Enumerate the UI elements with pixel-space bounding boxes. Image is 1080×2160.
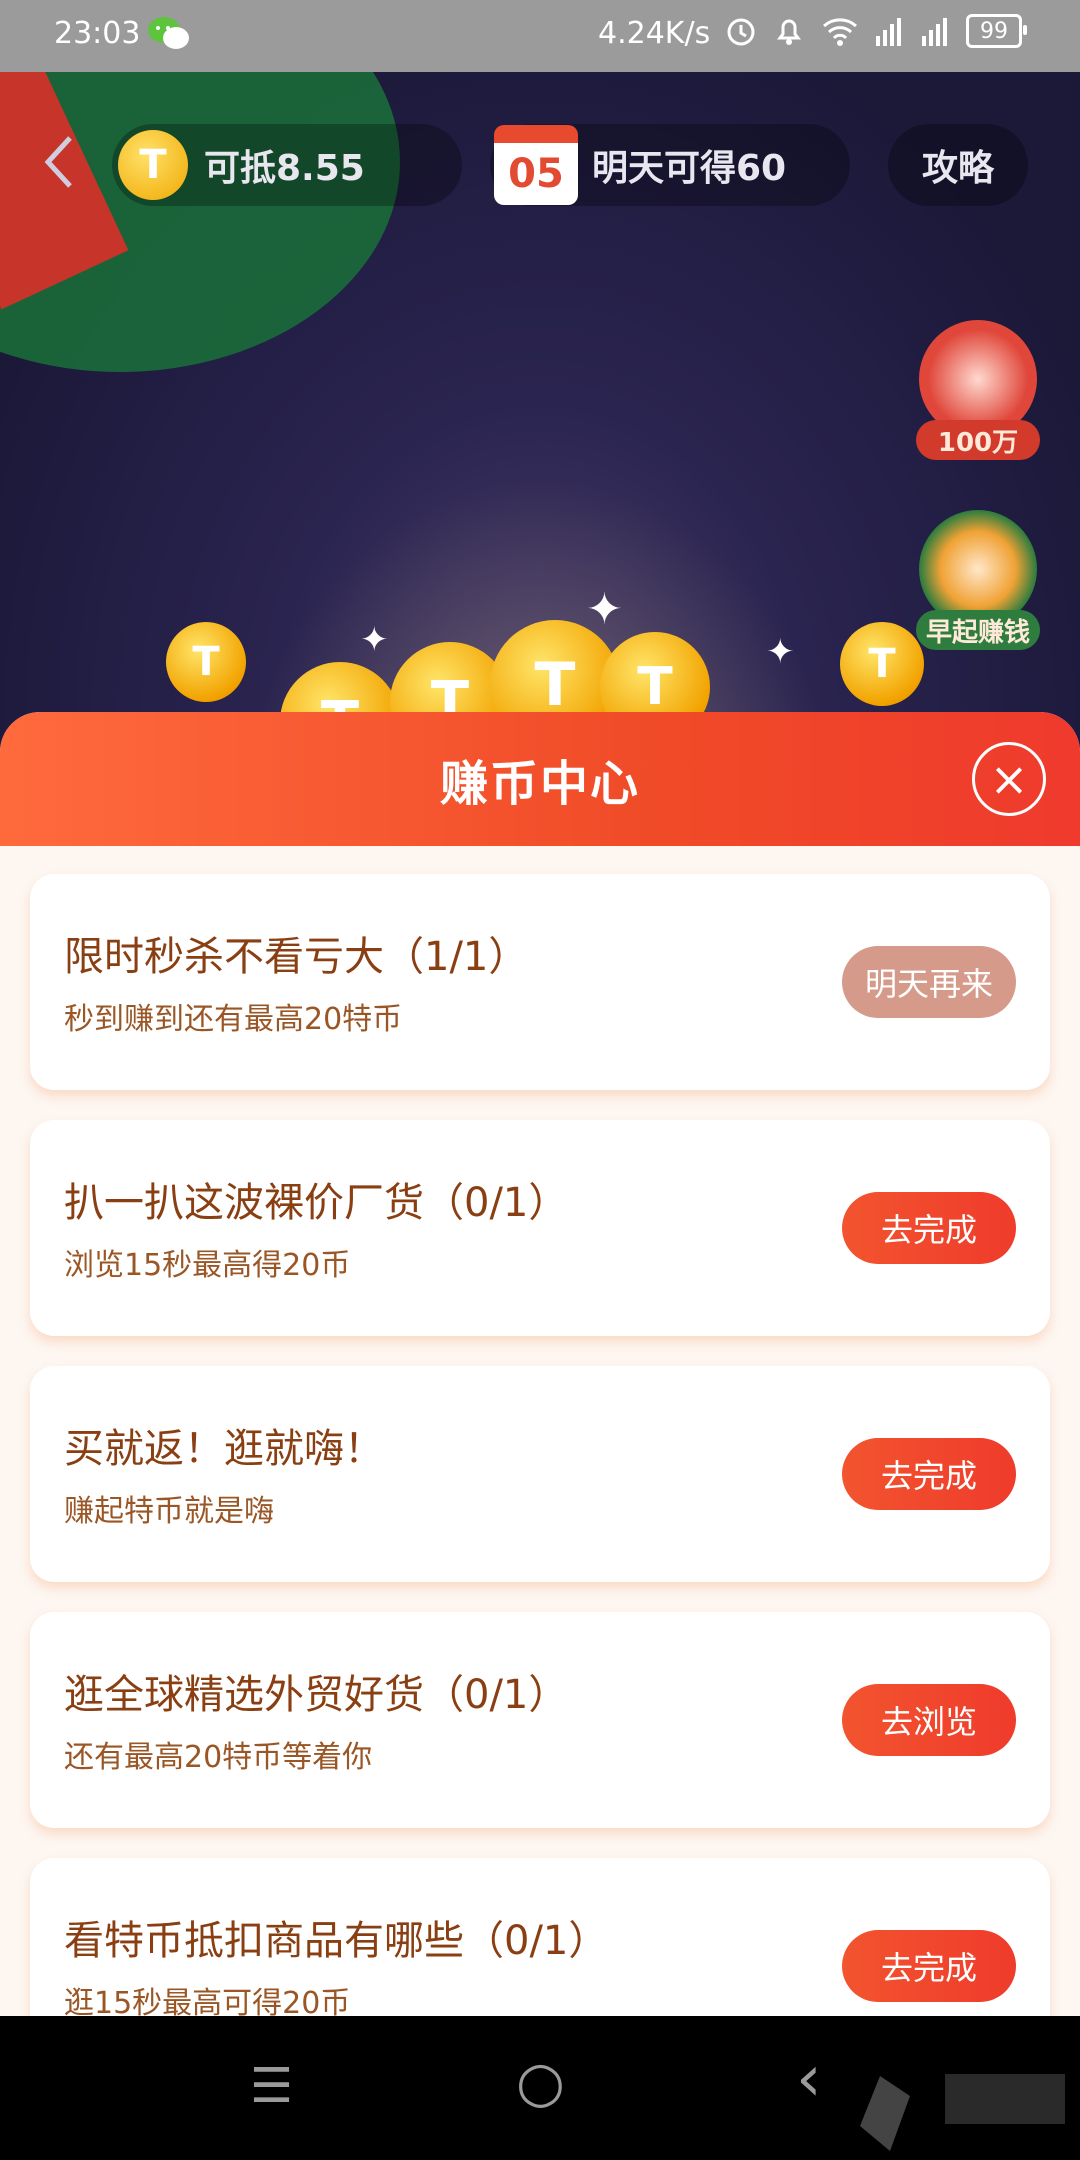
task-button[interactable]: 去完成 xyxy=(842,1192,1016,1264)
close-button[interactable]: × xyxy=(972,742,1046,816)
task-card: 扒一扒这波裸价厂货（0/1） 浏览15秒最高得20币 去完成 xyxy=(30,1120,1050,1336)
wechat-icon xyxy=(148,17,189,49)
task-title: 限时秒杀不看亏大（1/1） xyxy=(64,934,529,980)
status-bar: 23:03 4.24K/s 99 xyxy=(0,0,1080,72)
task-card: 限时秒杀不看亏大（1/1） 秒到赚到还有最高20特币 明天再来 xyxy=(30,874,1050,1090)
close-icon: × xyxy=(989,752,1029,806)
sparkle-icon: ✦ xyxy=(766,632,795,672)
coin-balance-pill[interactable]: T 可抵8.55 xyxy=(112,124,462,206)
sparkle-icon: ✦ xyxy=(586,584,623,635)
checkin-pill[interactable]: 05 明天可得60 xyxy=(490,124,850,206)
task-card: 逛全球精选外贸好货（0/1） 还有最高20特币等着你 去浏览 xyxy=(30,1612,1050,1828)
early-rise-label: 早起赚钱 xyxy=(916,610,1040,650)
task-card: 看特币抵扣商品有哪些（0/1） 逛15秒最高可得20币 去完成 xyxy=(30,1858,1050,2016)
navigation-bar: ☰ ○ ‹ xyxy=(0,2016,1080,2160)
status-icons: 99 xyxy=(724,14,1027,48)
task-subtitle: 逛15秒最高可得20币 xyxy=(64,1986,351,2016)
guide-label: 攻略 xyxy=(921,148,994,189)
bell-icon xyxy=(777,19,801,45)
battery-icon: 99 xyxy=(966,14,1027,48)
back-icon[interactable] xyxy=(40,132,80,192)
coin-icon: T xyxy=(166,622,246,702)
game-scene: T 可抵8.55 05 明天可得60 攻略 100万 早起赚钱 ✦ ✦ ✦ T … xyxy=(0,72,1080,792)
task-subtitle: 浏览15秒最高得20币 xyxy=(64,1248,351,1283)
calendar-icon: 05 xyxy=(494,125,578,205)
task-card: 买就返！逛就嗨！ 赚起特币就是嗨 去完成 xyxy=(30,1366,1050,1582)
task-subtitle: 还有最高20特币等着你 xyxy=(64,1740,373,1775)
coin-icon: T xyxy=(840,622,924,706)
alarm-icon xyxy=(727,18,755,46)
earn-coins-sheet: 赚币中心 × 限时秒杀不看亏大（1/1） 秒到赚到还有最高20特币 明天再来 扒… xyxy=(0,712,1080,2016)
battery-level: 99 xyxy=(980,18,1008,44)
home-icon[interactable]: ○ xyxy=(516,2050,565,2115)
coin-icon: T xyxy=(118,130,188,200)
sheet-header: 赚币中心 × xyxy=(0,712,1080,846)
task-title: 看特币抵扣商品有哪些（0/1） xyxy=(64,1918,609,1964)
coin-balance-text: 可抵8.55 xyxy=(204,148,365,189)
task-title: 扒一扒这波裸价厂货（0/1） xyxy=(64,1180,569,1226)
menu-icon[interactable]: ☰ xyxy=(250,2058,293,2114)
task-button[interactable]: 去完成 xyxy=(842,1438,1016,1510)
top-bar: T 可抵8.55 05 明天可得60 攻略 xyxy=(0,112,1080,212)
checkin-text: 明天可得60 xyxy=(592,148,787,189)
task-button[interactable]: 去完成 xyxy=(842,1930,1016,2002)
task-list: 限时秒杀不看亏大（1/1） 秒到赚到还有最高20特币 明天再来 扒一扒这波裸价厂… xyxy=(0,846,1080,2016)
cards-game-button[interactable]: 100万 xyxy=(916,320,1040,460)
task-subtitle: 秒到赚到还有最高20特币 xyxy=(64,1002,403,1037)
task-button[interactable]: 去浏览 xyxy=(842,1684,1016,1756)
task-subtitle: 赚起特币就是嗨 xyxy=(64,1494,274,1529)
sparkle-icon: ✦ xyxy=(360,620,389,660)
task-button[interactable]: 明天再来 xyxy=(842,946,1016,1018)
back-nav-icon[interactable]: ‹ xyxy=(796,2042,822,2116)
task-title: 逛全球精选外贸好货（0/1） xyxy=(64,1672,569,1718)
sheet-title: 赚币中心 xyxy=(439,756,640,812)
task-title: 买就返！逛就嗨！ xyxy=(64,1426,384,1472)
early-rise-button[interactable]: 早起赚钱 xyxy=(916,510,1040,650)
wifi-icon xyxy=(823,18,857,46)
guide-button[interactable]: 攻略 xyxy=(888,124,1028,206)
signal-icon xyxy=(876,18,901,46)
signal-4g-icon xyxy=(922,18,947,46)
watermark-logo xyxy=(860,2074,1065,2151)
status-time: 23:03 xyxy=(54,16,141,51)
cards-game-label: 100万 xyxy=(916,420,1040,460)
network-speed: 4.24K/s xyxy=(598,16,711,51)
